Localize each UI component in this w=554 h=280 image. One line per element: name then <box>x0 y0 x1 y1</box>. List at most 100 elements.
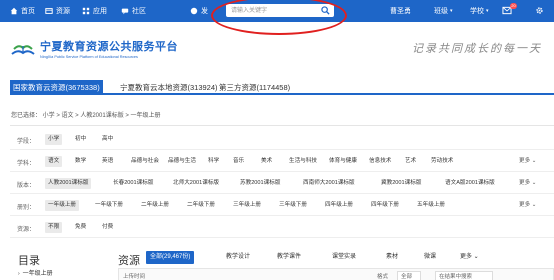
nav-home-label: 首页 <box>21 8 35 15</box>
filter-row-volume: 册别： 一年级上册 一年级下册 二年级上册 二年级下册 三年级上册 三年级下册 … <box>10 194 554 216</box>
nav-home[interactable]: 首页 <box>10 5 35 17</box>
slogan: 记录共同成长的每一天 <box>412 42 542 55</box>
logo-subtitle: NingXia Public Service Platform of Educa… <box>40 55 138 59</box>
tab-ningxia-local-resources[interactable]: 宁夏教育云本地资源(313924) <box>117 80 221 95</box>
more-toggle[interactable]: 更多 ⌄ <box>516 156 539 167</box>
filter-row-subject: 学科： 语文 数学 英语 品德与社会 品德与生活 科学 音乐 美术 生活与科技 … <box>10 150 554 172</box>
more-toggle[interactable]: 更多 ⌄ <box>516 178 539 189</box>
filter-option[interactable]: 二年级上册 <box>138 200 172 211</box>
filter-option[interactable]: 科学 <box>205 156 222 167</box>
filter-option[interactable]: 语文A版2001课标版 <box>442 178 498 189</box>
filter-option[interactable]: 一年级下册 <box>92 200 126 211</box>
filter-label: 学科： <box>17 161 36 167</box>
filter-option[interactable]: 苏教2001课标版 <box>237 178 283 189</box>
gear-icon <box>535 6 544 17</box>
filter-option[interactable]: 英语 <box>99 156 116 167</box>
filter-option[interactable]: 长春2001课标版 <box>110 178 156 189</box>
apps-icon <box>82 7 90 15</box>
filter-row-edition: 版本： 人教2001课标版 长春2001课标版 北师大2001课标版 苏教200… <box>10 172 554 194</box>
red-annotation-circle <box>211 0 347 35</box>
filter-option[interactable]: 二年级下册 <box>184 200 218 211</box>
result-search-input[interactable]: 在结果中搜索 <box>435 271 493 280</box>
filter-option[interactable]: 语文 <box>45 156 63 167</box>
filter-option[interactable]: 体育与健康 <box>326 156 360 167</box>
filter-option[interactable]: 西南师大2001课标版 <box>300 178 358 189</box>
chevron-down-icon: ⌄ <box>472 254 479 260</box>
site-logo[interactable]: 宁夏教育资源公共服务平台 NingXia Public Service Plat… <box>10 38 178 59</box>
chevron-down-icon: ⌄ <box>530 180 537 186</box>
tab-more[interactable]: 更多 ⌄ <box>460 251 479 264</box>
more-label: 更多 <box>519 180 531 186</box>
format-select[interactable]: 全部 <box>397 271 422 280</box>
tab-teaching-design[interactable]: 教学设计 <box>226 251 250 264</box>
publish-icon <box>190 7 198 15</box>
filter-option[interactable]: 四年级上册 <box>322 200 356 211</box>
message-badge: 20 <box>510 3 517 9</box>
user-name-link[interactable]: 曹圣勇 <box>390 5 411 17</box>
toc-item[interactable]: › 一年级上册 <box>18 268 53 277</box>
filter-option[interactable]: 信息技术 <box>366 156 394 167</box>
filter-option[interactable]: 三年级下册 <box>276 200 310 211</box>
tab-micro-lessons[interactable]: 微课 <box>424 251 436 264</box>
resource-icon <box>45 7 53 15</box>
nav-resources[interactable]: 资源 <box>45 5 70 17</box>
filter-label: 资源： <box>17 227 36 233</box>
filter-option[interactable]: 三年级上册 <box>230 200 264 211</box>
filter-option[interactable]: 四年级下册 <box>368 200 402 211</box>
filter-option[interactable]: 五年级上册 <box>414 200 448 211</box>
tab-third-party-resources[interactable]: 第三方资源(1174458) <box>216 80 293 95</box>
filter-label: 册别： <box>17 205 36 211</box>
school-menu[interactable]: 学校 ▾ <box>470 5 489 17</box>
nav-publish[interactable]: 发 <box>190 5 208 17</box>
logo-book-icon <box>10 39 36 59</box>
resource-source-tabs: 国家教育云资源(3675338) 宁夏教育云本地资源(313924) 第三方资源… <box>10 80 554 95</box>
filter-option[interactable]: 音乐 <box>230 156 247 167</box>
filter-option[interactable]: 小学 <box>45 134 63 145</box>
tab-national-resources[interactable]: 国家教育云资源(3675338) <box>10 80 103 95</box>
filter-option[interactable]: 人教2001课标版 <box>45 178 92 189</box>
sort-by-upload-time[interactable]: 上传时间 <box>123 272 145 280</box>
settings-button[interactable] <box>535 5 544 17</box>
nav-community[interactable]: 社区 <box>121 5 146 17</box>
tab-all-resources[interactable]: 全部(29,467份) <box>146 251 195 264</box>
more-toggle[interactable]: 更多 ⌄ <box>516 200 539 211</box>
filter-option[interactable]: 品德与生活 <box>165 156 199 167</box>
breadcrumb: 您已选择： 小学 > 语文 > 人教2001课标版 > 一年级上册 <box>11 113 161 119</box>
school-menu-label: 学校 <box>470 8 484 15</box>
user-name: 曹圣勇 <box>390 8 411 15</box>
chevron-down-icon: ▾ <box>450 8 453 14</box>
filter-option[interactable]: 初中 <box>72 134 89 145</box>
filter-option[interactable]: 数学 <box>72 156 89 167</box>
filter-option[interactable]: 美术 <box>258 156 275 167</box>
chevron-down-icon: ⌄ <box>530 158 537 164</box>
tab-class-recording[interactable]: 课堂实录 <box>332 251 356 264</box>
format-label: 格式 <box>377 274 389 280</box>
tab-courseware[interactable]: 教学课件 <box>277 251 301 264</box>
filter-option[interactable]: 免费 <box>72 222 89 233</box>
more-label: 更多 <box>519 202 531 208</box>
filter-panel: 学段： 小学 初中 高中 学科： 语文 数学 英语 品德与社会 品德与生活 科学… <box>10 125 554 243</box>
toc-item-label: 一年级上册 <box>22 271 53 277</box>
filter-option[interactable]: 北师大2001课标版 <box>170 178 222 189</box>
filter-option[interactable]: 冀教2001课标版 <box>378 178 424 189</box>
nav-apps-label: 应用 <box>93 8 107 15</box>
filter-row-stage: 学段： 小学 初中 高中 <box>10 128 554 150</box>
filter-option[interactable]: 劳动技术 <box>428 156 456 167</box>
tab-materials[interactable]: 素材 <box>386 251 398 264</box>
filter-option[interactable]: 不限 <box>45 222 63 233</box>
filter-option[interactable]: 生活与科技 <box>286 156 320 167</box>
filter-option[interactable]: 一年级上册 <box>45 200 79 211</box>
filter-option[interactable]: 付费 <box>99 222 116 233</box>
filter-row-pricing: 资源： 不限 免费 付费 <box>10 216 554 238</box>
filter-option[interactable]: 品德与社会 <box>128 156 162 167</box>
nav-apps[interactable]: 应用 <box>82 5 107 17</box>
logo-title: 宁夏教育资源公共服务平台 <box>40 41 178 53</box>
filter-option[interactable]: 艺术 <box>402 156 419 167</box>
filter-option[interactable]: 高中 <box>99 134 116 145</box>
chevron-down-icon: ⌄ <box>530 202 537 208</box>
filter-label: 版本： <box>17 183 36 189</box>
class-menu[interactable]: 班级 ▾ <box>434 5 453 17</box>
tab-more-label: 更多 <box>460 254 473 260</box>
class-menu-label: 班级 <box>434 8 448 15</box>
bullet-icon: › <box>18 271 20 277</box>
